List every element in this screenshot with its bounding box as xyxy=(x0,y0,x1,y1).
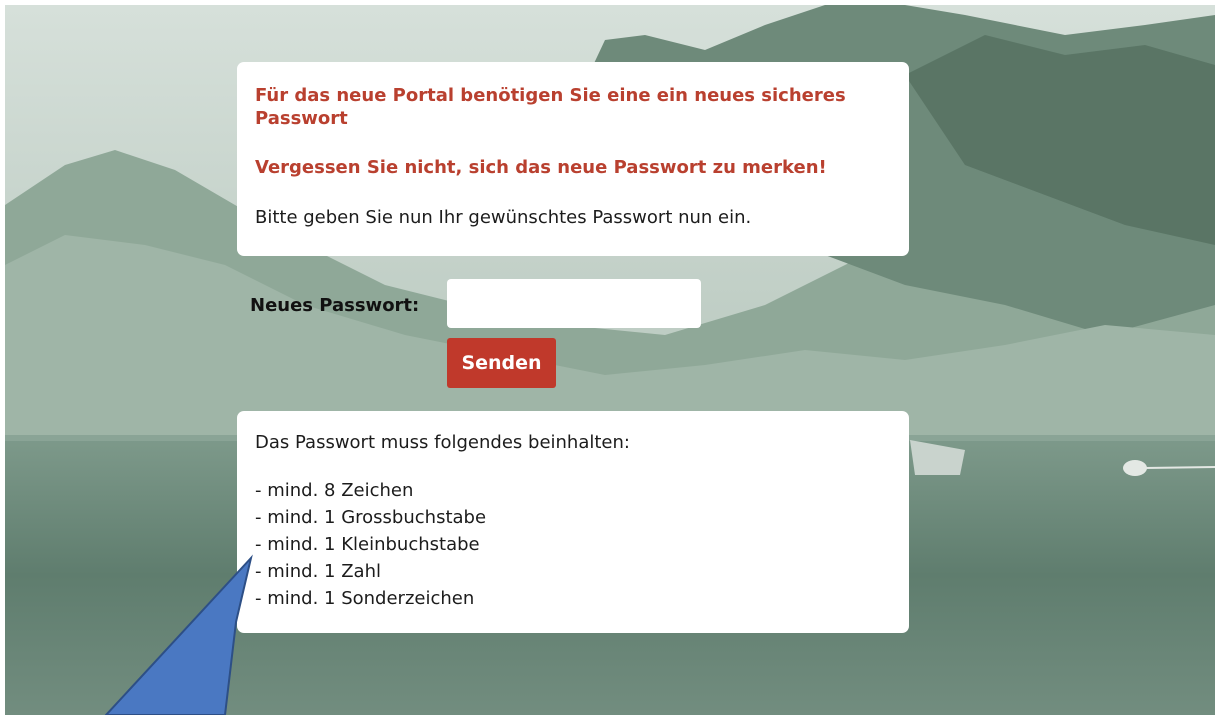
requirement-item: - mind. 1 Sonderzeichen xyxy=(255,588,475,609)
requirement-item: - mind. 1 Kleinbuchstabe xyxy=(255,534,480,555)
headline-new-password: Für das neue Portal benötigen Sie eine e… xyxy=(255,85,846,129)
requirements-title: Das Passwort muss folgendes beinhalten: xyxy=(255,432,630,453)
intro-panel: Für das neue Portal benötigen Sie eine e… xyxy=(237,62,909,256)
requirement-item: - mind. 1 Grossbuchstabe xyxy=(255,507,487,528)
headline-remember-password: Vergessen Sie nicht, sich das neue Passw… xyxy=(255,157,827,178)
password-input[interactable] xyxy=(447,279,701,328)
submit-button[interactable]: Senden xyxy=(447,338,556,388)
requirements-list: - mind. 8 Zeichen - mind. 1 Grossbuchsta… xyxy=(255,477,891,612)
instruction-text: Bitte geben Sie nun Ihr gewünschtes Pass… xyxy=(255,207,752,228)
requirement-item: - mind. 1 Zahl xyxy=(255,561,381,582)
password-label: Neues Passwort: xyxy=(250,295,420,316)
requirement-item: - mind. 8 Zeichen xyxy=(255,480,414,501)
requirements-panel: Das Passwort muss folgendes beinhalten: … xyxy=(237,411,909,633)
